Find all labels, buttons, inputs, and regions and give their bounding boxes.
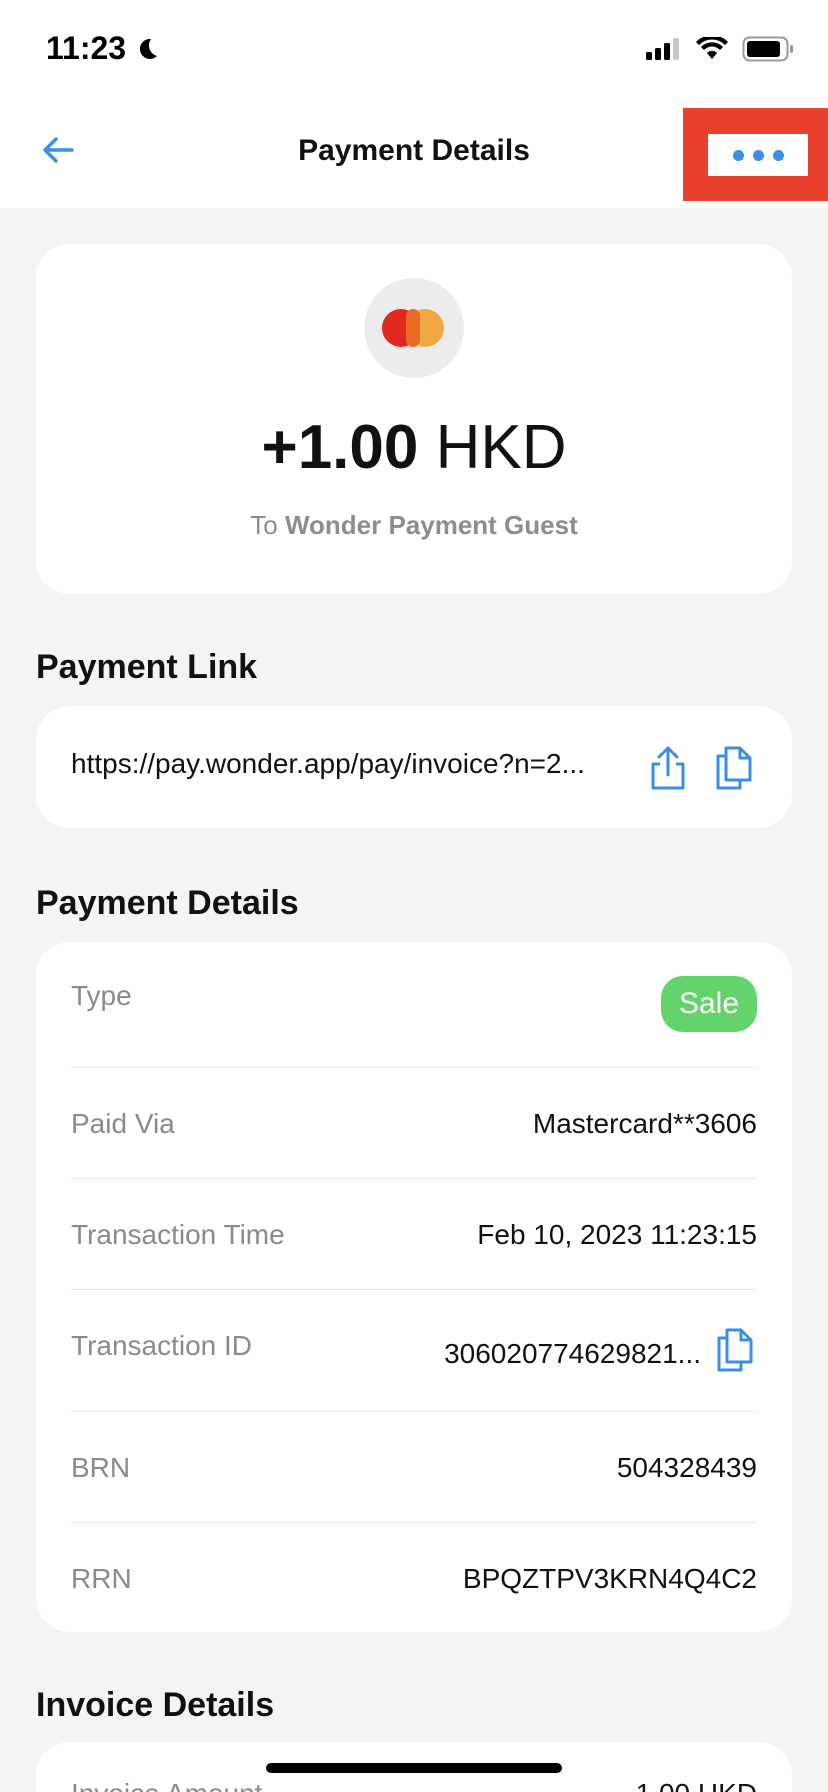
home-indicator bbox=[266, 1763, 562, 1773]
detail-row-transaction-id: Transaction ID 306020774629821... bbox=[71, 1290, 757, 1412]
payment-summary-card: +1.00 HKD To Wonder Payment Guest bbox=[36, 244, 792, 594]
detail-value: 504328439 bbox=[616, 1452, 757, 1483]
moon-icon bbox=[139, 38, 158, 59]
payment-details-card: Type Sale Paid Via Mastercard**3606 Tran… bbox=[36, 942, 792, 1632]
amount-value: +1.00 bbox=[261, 413, 419, 482]
payment-link-card: https://pay.wonder.app/pay/invoice?n=2..… bbox=[36, 706, 792, 828]
recipient-name: Wonder Payment Guest bbox=[284, 510, 578, 540]
payment-link-url[interactable]: https://pay.wonder.app/pay/invoice?n=2..… bbox=[71, 748, 671, 780]
detail-label: Type bbox=[71, 980, 132, 1011]
copy-icon bbox=[717, 1328, 753, 1372]
wifi-icon bbox=[696, 37, 728, 59]
detail-value: Mastercard**3606 bbox=[532, 1108, 757, 1139]
payment-details-heading: Payment Details bbox=[36, 884, 299, 922]
detail-value: BPQZTPV3KRN4Q4C2 bbox=[462, 1563, 757, 1594]
detail-label: RRN bbox=[71, 1563, 132, 1594]
recipient-prefix: To bbox=[250, 510, 278, 540]
cellular-signal-icon bbox=[646, 38, 679, 60]
copy-icon bbox=[716, 746, 752, 790]
payment-amount: +1.00 HKD bbox=[36, 412, 792, 483]
copy-transaction-id-button[interactable] bbox=[713, 1326, 757, 1374]
amount-currency: HKD bbox=[435, 413, 567, 482]
payment-link-heading: Payment Link bbox=[36, 648, 258, 686]
more-horizontal-icon bbox=[732, 149, 744, 161]
status-badge: Sale bbox=[660, 976, 757, 1032]
detail-label: Paid Via bbox=[71, 1108, 175, 1139]
detail-row-type: Type Sale bbox=[71, 942, 757, 1068]
status-indicators bbox=[646, 36, 794, 62]
share-button[interactable] bbox=[646, 744, 690, 792]
mastercard-icon bbox=[364, 278, 464, 378]
status-bar: 11:23 bbox=[0, 0, 828, 100]
battery-icon bbox=[742, 36, 793, 62]
detail-label: Transaction ID bbox=[71, 1330, 253, 1361]
detail-row-brn: BRN 504328439 bbox=[71, 1412, 757, 1523]
detail-value: Feb 10, 2023 11:23:15 bbox=[477, 1219, 757, 1250]
more-dot bbox=[752, 149, 764, 161]
copy-link-button[interactable] bbox=[712, 744, 756, 792]
invoice-amount-label: Invoice Amount bbox=[71, 1778, 262, 1792]
detail-row-transaction-time: Transaction Time Feb 10, 2023 11:23:15 bbox=[71, 1179, 757, 1290]
recipient-line: To Wonder Payment Guest bbox=[36, 510, 792, 541]
clock-text: 11:23 bbox=[46, 30, 127, 66]
share-icon bbox=[651, 746, 685, 790]
detail-row-rrn: RRN BPQZTPV3KRN4Q4C2 bbox=[71, 1523, 757, 1632]
detail-label: BRN bbox=[71, 1452, 131, 1483]
detail-value: 306020774629821... bbox=[444, 1338, 701, 1369]
navigation-bar: Payment Details bbox=[0, 100, 828, 208]
detail-row-paid-via: Paid Via Mastercard**3606 bbox=[71, 1068, 757, 1179]
detail-label: Transaction Time bbox=[71, 1219, 285, 1250]
more-dot bbox=[772, 149, 784, 161]
status-time: 11:23 bbox=[46, 30, 160, 67]
invoice-amount-value: 1.00 HKD bbox=[636, 1778, 757, 1792]
more-options-button[interactable] bbox=[708, 134, 808, 176]
invoice-details-heading: Invoice Details bbox=[36, 1686, 275, 1724]
